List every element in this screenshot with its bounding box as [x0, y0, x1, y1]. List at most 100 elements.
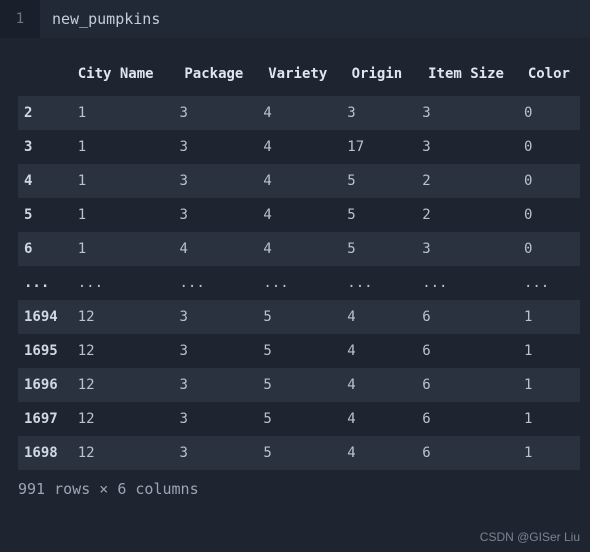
cell-variety: 5: [253, 334, 337, 368]
cell-idx: 1696: [18, 368, 68, 402]
cell-city: 1: [68, 164, 170, 198]
cell-color: 1: [514, 334, 580, 368]
cell-idx: 1694: [18, 300, 68, 334]
cell-variety: 4: [253, 130, 337, 164]
col-package: Package: [169, 56, 253, 96]
cell-origin: 4: [337, 300, 412, 334]
cell-size: 6: [412, 402, 514, 436]
cell-origin: 4: [337, 334, 412, 368]
cell-idx: 1695: [18, 334, 68, 368]
table-row: 6144530: [18, 232, 580, 266]
cell-package: 3: [169, 402, 253, 436]
dataframe-table: City Name Package Variety Origin Item Si…: [18, 56, 580, 470]
cell-size: 2: [412, 198, 514, 232]
table-row: 2134330: [18, 96, 580, 130]
cell-color: 1: [514, 368, 580, 402]
cell-package: 3: [169, 300, 253, 334]
cell-package: ...: [169, 266, 253, 300]
cell-variety: 5: [253, 436, 337, 470]
cell-package: 3: [169, 130, 253, 164]
cell-size: 3: [412, 96, 514, 130]
cell-idx: ...: [18, 266, 68, 300]
cell-variety: 4: [253, 96, 337, 130]
line-number: 1: [0, 0, 40, 38]
cell-color: 0: [514, 232, 580, 266]
cell-idx: 1698: [18, 436, 68, 470]
cell-city: ...: [68, 266, 170, 300]
cell-origin: 5: [337, 164, 412, 198]
cell-origin: 4: [337, 402, 412, 436]
output-area: City Name Package Variety Origin Item Si…: [0, 38, 590, 470]
col-index: [18, 56, 68, 96]
cell-city: 1: [68, 198, 170, 232]
cell-variety: 5: [253, 300, 337, 334]
cell-package: 3: [169, 368, 253, 402]
cell-origin: 5: [337, 198, 412, 232]
cell-size: 3: [412, 232, 514, 266]
cell-city: 1: [68, 232, 170, 266]
cell-size: 3: [412, 130, 514, 164]
cell-color: ...: [514, 266, 580, 300]
cell-origin: 17: [337, 130, 412, 164]
cell-idx: 4: [18, 164, 68, 198]
watermark: CSDN @GISer Liu: [480, 530, 580, 544]
cell-color: 0: [514, 130, 580, 164]
cell-color: 1: [514, 300, 580, 334]
cell-city: 1: [68, 96, 170, 130]
cell-variety: 4: [253, 164, 337, 198]
table-row: 31341730: [18, 130, 580, 164]
cell-idx: 5: [18, 198, 68, 232]
code-text: new_pumpkins: [40, 10, 160, 28]
cell-variety: 4: [253, 232, 337, 266]
cell-idx: 1697: [18, 402, 68, 436]
cell-package: 3: [169, 164, 253, 198]
cell-package: 3: [169, 436, 253, 470]
cell-origin: 4: [337, 436, 412, 470]
cell-color: 1: [514, 402, 580, 436]
cell-size: 2: [412, 164, 514, 198]
cell-variety: 5: [253, 402, 337, 436]
table-row: 16941235461: [18, 300, 580, 334]
cell-size: 6: [412, 436, 514, 470]
cell-variety: 4: [253, 198, 337, 232]
cell-variety: ...: [253, 266, 337, 300]
cell-origin: ...: [337, 266, 412, 300]
cell-idx: 3: [18, 130, 68, 164]
col-color: Color: [514, 56, 580, 96]
cell-color: 0: [514, 198, 580, 232]
cell-package: 3: [169, 198, 253, 232]
table-row: 16961235461: [18, 368, 580, 402]
table-header-row: City Name Package Variety Origin Item Si…: [18, 56, 580, 96]
cell-size: 6: [412, 300, 514, 334]
col-variety: Variety: [253, 56, 337, 96]
cell-city: 12: [68, 300, 170, 334]
cell-city: 12: [68, 368, 170, 402]
cell-city: 1: [68, 130, 170, 164]
cell-color: 1: [514, 436, 580, 470]
cell-city: 12: [68, 334, 170, 368]
code-cell: 1 new_pumpkins: [0, 0, 590, 38]
table-row: 4134520: [18, 164, 580, 198]
table-row: 5134520: [18, 198, 580, 232]
col-origin: Origin: [337, 56, 412, 96]
table-row: .....................: [18, 266, 580, 300]
cell-city: 12: [68, 436, 170, 470]
cell-size: 6: [412, 334, 514, 368]
cell-origin: 3: [337, 96, 412, 130]
cell-origin: 5: [337, 232, 412, 266]
cell-package: 4: [169, 232, 253, 266]
cell-color: 0: [514, 164, 580, 198]
table-row: 16981235461: [18, 436, 580, 470]
cell-idx: 6: [18, 232, 68, 266]
cell-variety: 5: [253, 368, 337, 402]
cell-size: 6: [412, 368, 514, 402]
cell-size: ...: [412, 266, 514, 300]
table-row: 16951235461: [18, 334, 580, 368]
cell-city: 12: [68, 402, 170, 436]
col-item-size: Item Size: [412, 56, 514, 96]
cell-package: 3: [169, 334, 253, 368]
dataframe-summary: 991 rows × 6 columns: [0, 470, 590, 498]
table-row: 16971235461: [18, 402, 580, 436]
cell-color: 0: [514, 96, 580, 130]
cell-idx: 2: [18, 96, 68, 130]
